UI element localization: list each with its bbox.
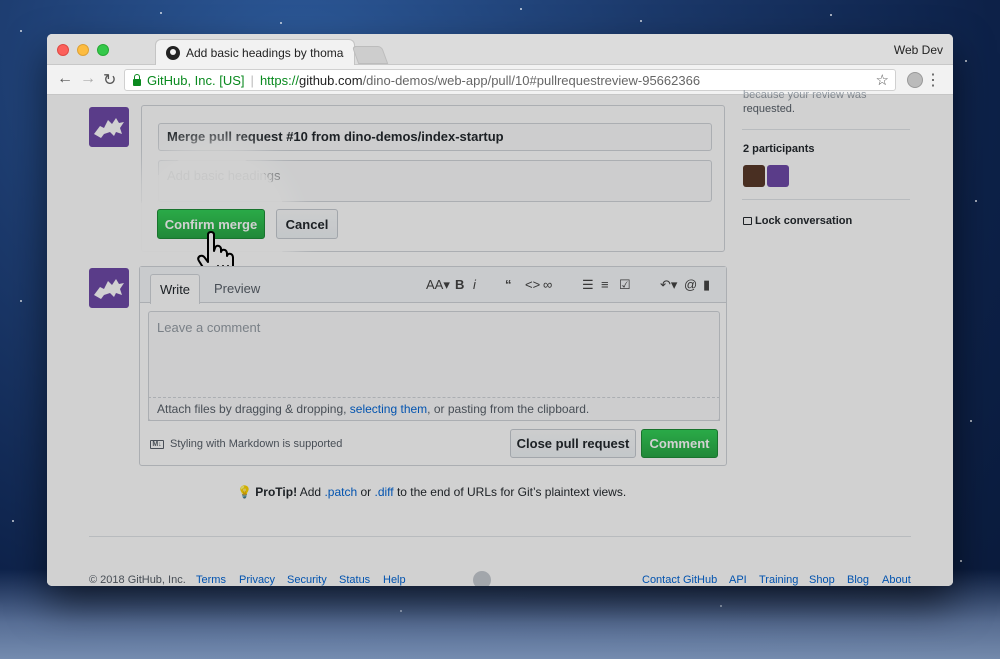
- quote-icon[interactable]: “: [505, 277, 512, 292]
- footer-link-about[interactable]: About: [882, 574, 911, 586]
- new-comment-form: Write Preview AA▾ B i “ <> ∞ ☰ ≡ ☑ ↶▾ @ …: [139, 266, 727, 466]
- github-logo-icon[interactable]: [473, 571, 491, 586]
- close-pull-request-button[interactable]: Close pull request: [510, 429, 636, 458]
- user-avatar[interactable]: [89, 107, 129, 147]
- tab-write[interactable]: Write: [150, 274, 200, 304]
- sidebar-divider: [742, 129, 910, 130]
- url-host: github.com: [298, 72, 363, 88]
- minimize-window-button[interactable]: [77, 44, 89, 56]
- markdown-support-note[interactable]: M↓ Styling with Markdown is supported: [150, 438, 342, 450]
- lock-icon: [743, 217, 752, 225]
- current-user-avatar[interactable]: [89, 268, 129, 308]
- reply-icon[interactable]: ↶▾: [660, 277, 677, 293]
- footer-divider: [89, 536, 911, 537]
- footer-link-status[interactable]: Status: [339, 574, 370, 586]
- review-reason-text-2: requested.: [743, 103, 795, 115]
- window-controls: [57, 44, 109, 56]
- review-reason-text: because your review was: [743, 89, 867, 101]
- participant-avatar-2[interactable]: [767, 165, 789, 187]
- code-icon[interactable]: <>: [525, 277, 540, 292]
- dinosaur-icon: [94, 118, 124, 138]
- header-text-icon[interactable]: AA▾: [426, 277, 450, 293]
- url-scheme: https://: [259, 72, 299, 88]
- tab-title: Add basic headings by thomas: [186, 45, 344, 60]
- footer-link-training[interactable]: Training: [759, 574, 798, 586]
- lock-conversation-text: Lock conversation: [755, 215, 853, 227]
- bookmark-star-icon[interactable]: ☆: [876, 71, 889, 89]
- comment-button[interactable]: Comment: [641, 429, 718, 458]
- extension-icon[interactable]: [907, 72, 923, 88]
- link-icon[interactable]: ∞: [543, 277, 552, 292]
- url-organization: GitHub, Inc. [US]: [147, 72, 245, 88]
- merge-commit-title-input[interactable]: Merge pull request #10 from dino-demos/i…: [158, 123, 712, 151]
- cancel-button[interactable]: Cancel: [276, 209, 338, 239]
- footer-link-terms[interactable]: Terms: [196, 574, 226, 586]
- reload-icon[interactable]: ↻: [103, 70, 116, 90]
- footer-link-privacy[interactable]: Privacy: [239, 574, 275, 586]
- lock-conversation-link[interactable]: Lock conversation: [743, 215, 852, 227]
- dinosaur-icon: [94, 279, 124, 299]
- protip-text-1: Add: [297, 485, 325, 499]
- participant-avatar-1[interactable]: [743, 165, 765, 187]
- github-page: Merge pull request #10 from dino-demos/i…: [47, 89, 953, 586]
- task-list-icon[interactable]: ☑: [619, 277, 631, 293]
- lock-icon: [133, 73, 141, 86]
- attach-suffix: , or pasting from the clipboard.: [427, 402, 590, 416]
- participants-heading: 2 participants: [743, 143, 815, 155]
- lightbulb-icon: 💡: [237, 485, 252, 499]
- browser-tab-active[interactable]: Add basic headings by thomas: [155, 39, 355, 65]
- url-field[interactable]: GitHub, Inc. [US] | https:// github.com …: [124, 69, 896, 91]
- sidebar-divider-2: [742, 199, 910, 200]
- browser-menu-icon[interactable]: ⋮: [925, 70, 941, 90]
- attach-prefix: Attach files by dragging & dropping,: [157, 402, 350, 416]
- attach-files-hint[interactable]: Attach files by dragging & dropping, sel…: [148, 397, 720, 421]
- italic-icon[interactable]: i: [473, 277, 476, 292]
- mention-icon[interactable]: @: [684, 277, 697, 292]
- protip-note: 💡 ProTip! Add .patch or .diff to the end…: [237, 485, 626, 499]
- selecting-them-link[interactable]: selecting them: [350, 402, 427, 416]
- close-window-button[interactable]: [57, 44, 69, 56]
- footer-link-blog[interactable]: Blog: [847, 574, 869, 586]
- footer-link-security[interactable]: Security: [287, 574, 327, 586]
- footer-link-contact[interactable]: Contact GitHub: [642, 574, 717, 586]
- diff-link[interactable]: .diff: [374, 485, 393, 499]
- markdown-note-text: Styling with Markdown is supported: [170, 438, 343, 450]
- zoom-window-button[interactable]: [97, 44, 109, 56]
- tab-preview[interactable]: Preview: [214, 281, 260, 296]
- comment-toolbar: Write Preview AA▾ B i “ <> ∞ ☰ ≡ ☑ ↶▾ @ …: [140, 267, 726, 304]
- saved-replies-icon[interactable]: ▮: [703, 277, 710, 293]
- url-path: /dino-demos/web-app/pull/10#pullrequestr…: [362, 72, 701, 88]
- protip-text-2: or: [357, 485, 375, 499]
- protip-text-3: to the end of URLs for Git’s plaintext v…: [393, 485, 627, 499]
- url-separator: |: [250, 72, 254, 88]
- footer-link-api[interactable]: API: [729, 574, 747, 586]
- back-arrow-icon[interactable]: ←: [57, 70, 73, 88]
- new-tab-button[interactable]: [351, 46, 389, 64]
- copyright: © 2018 GitHub, Inc.: [89, 574, 186, 586]
- forward-arrow-icon[interactable]: →: [80, 70, 96, 88]
- bold-icon[interactable]: B: [455, 277, 464, 292]
- protip-label: ProTip!: [255, 485, 298, 499]
- footer-link-shop[interactable]: Shop: [809, 574, 835, 586]
- bulleted-list-icon[interactable]: ☰: [582, 277, 594, 293]
- patch-link[interactable]: .patch: [324, 485, 357, 499]
- github-favicon-icon: [166, 45, 180, 60]
- numbered-list-icon[interactable]: ≡: [601, 277, 609, 292]
- browser-window: Add basic headings by thomas Web Dev ← →…: [47, 34, 953, 586]
- tab-bar: Add basic headings by thomas Web Dev: [47, 34, 953, 65]
- footer-link-help[interactable]: Help: [383, 574, 406, 586]
- profile-name[interactable]: Web Dev: [894, 43, 943, 57]
- markdown-icon: M↓: [150, 439, 164, 449]
